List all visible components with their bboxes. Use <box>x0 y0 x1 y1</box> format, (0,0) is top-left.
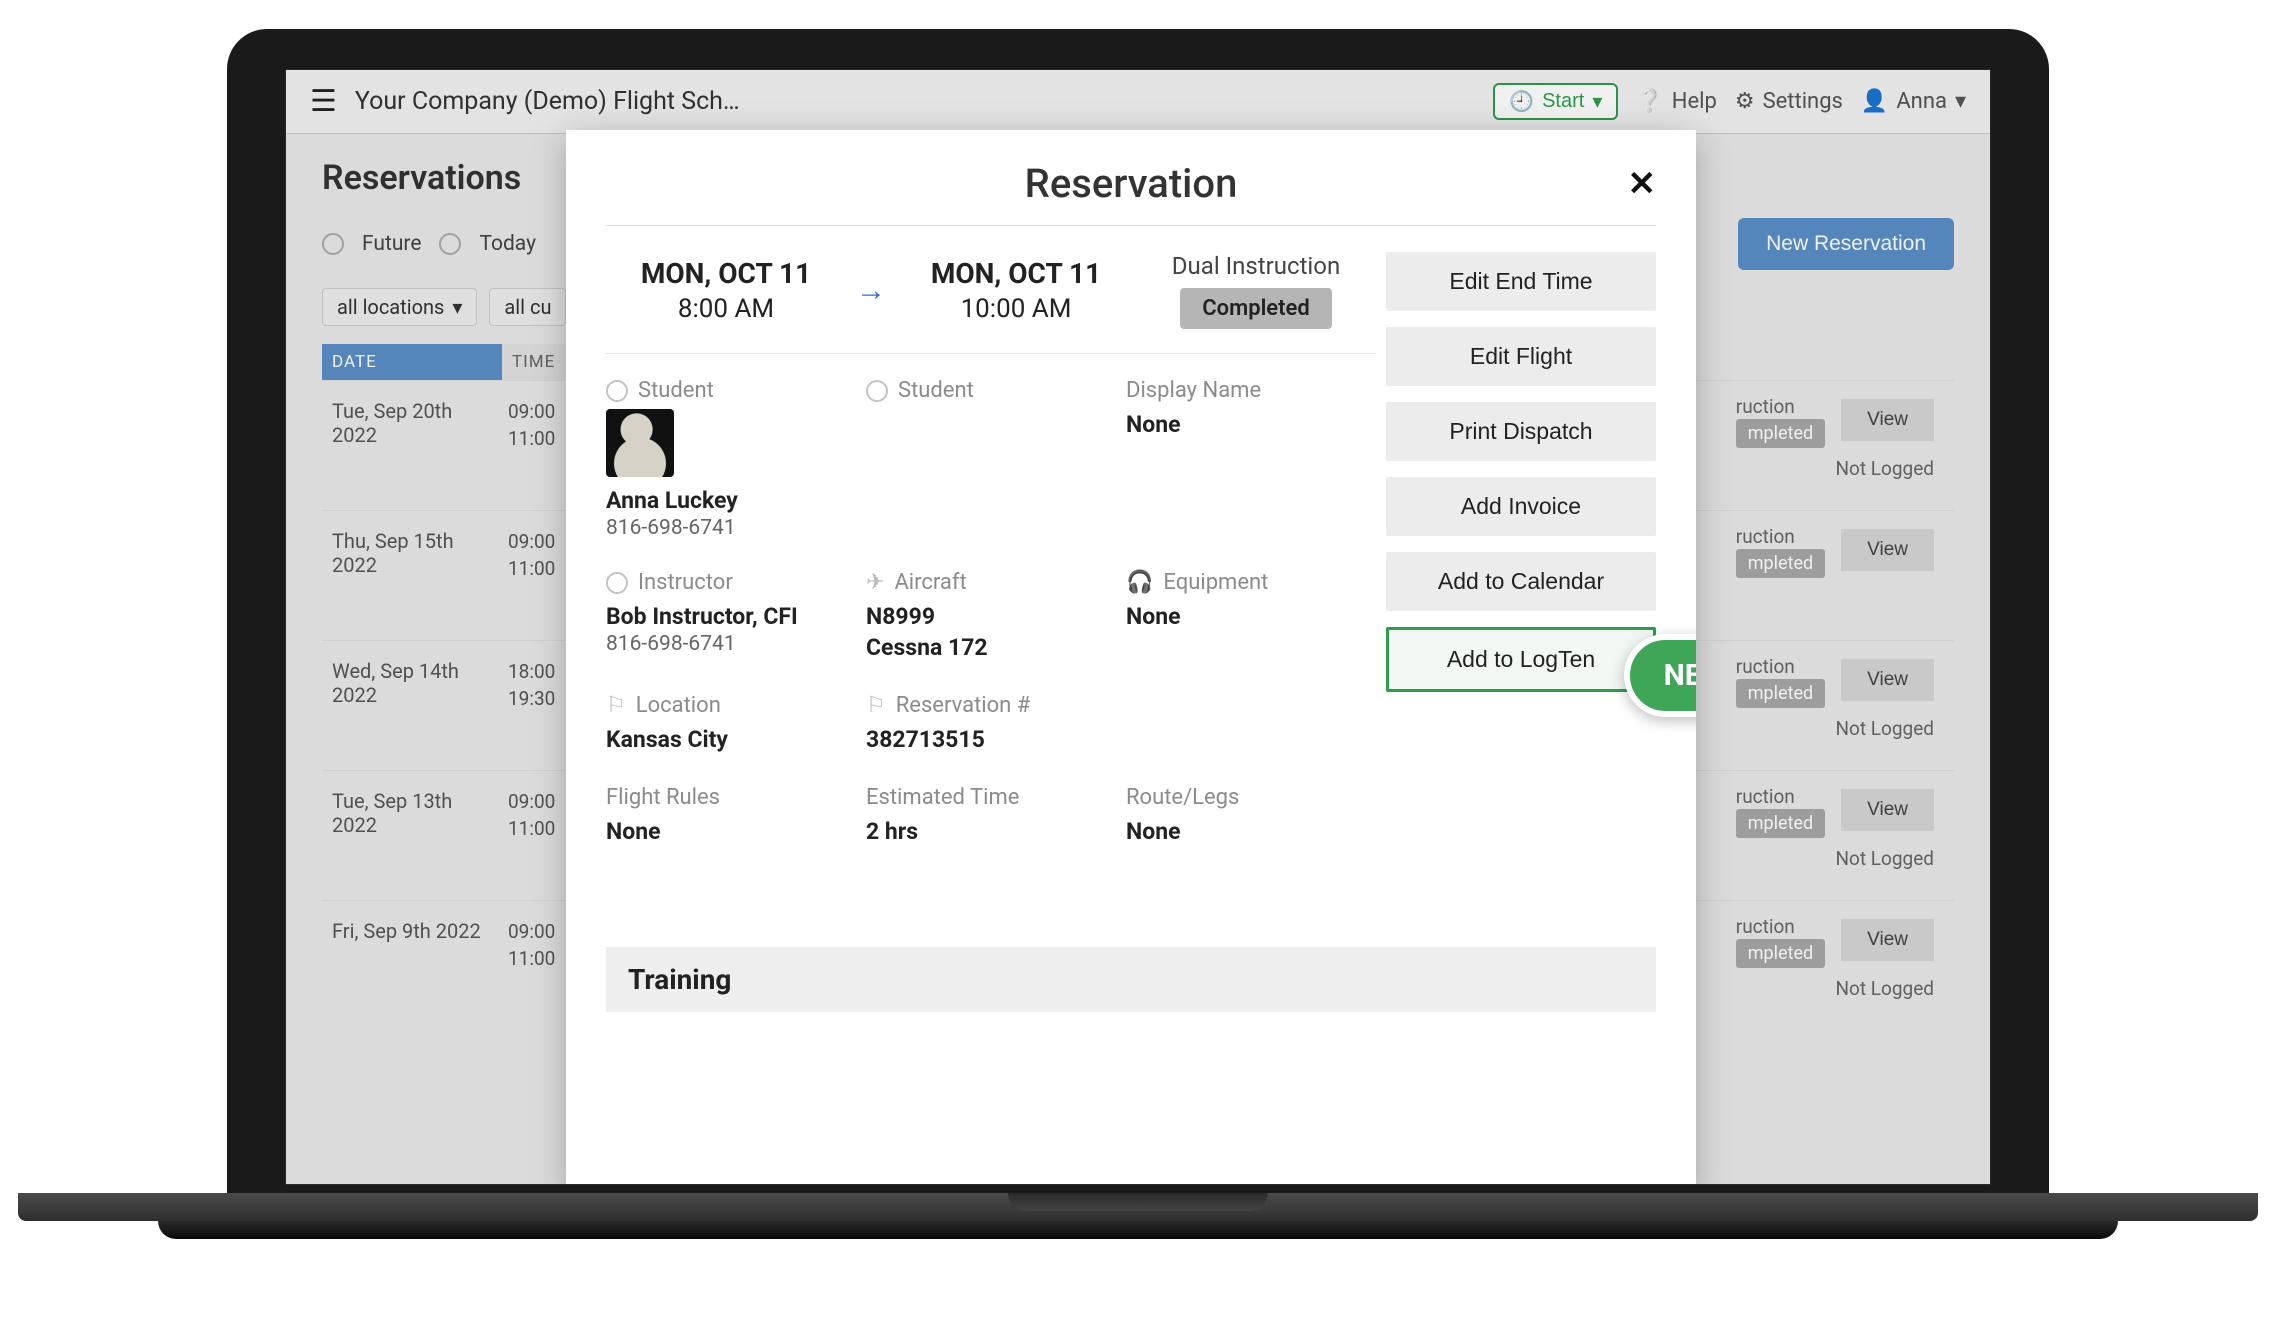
add-invoice-button[interactable]: Add Invoice <box>1386 477 1656 536</box>
avatar <box>606 409 674 477</box>
field-equipment: 🎧Equipment None <box>1126 570 1376 663</box>
status-badge: mpleted <box>1736 419 1825 448</box>
status-badge: Completed <box>1180 288 1332 329</box>
view-button[interactable]: View <box>1841 529 1934 571</box>
headset-icon: 🎧 <box>1126 570 1153 595</box>
start-time: 8:00 AM <box>606 294 846 324</box>
hamburger-icon[interactable]: ☰ <box>310 84 337 119</box>
clock-icon: 🕘 <box>1509 89 1534 114</box>
field-student-1: Student Anna Luckey 816-698-6741 <box>606 378 856 540</box>
field-location: ⚐Location Kansas City <box>606 693 856 755</box>
view-button[interactable]: View <box>1841 399 1934 441</box>
filter-customers[interactable]: all cu <box>489 288 566 326</box>
radio-future[interactable] <box>322 233 344 255</box>
field-display-name: Display Name None <box>1126 378 1376 540</box>
person-icon <box>866 380 888 402</box>
filter-future-label: Future <box>362 232 421 256</box>
radio-today[interactable] <box>439 233 461 255</box>
caret-down-icon: ▾ <box>1592 89 1602 114</box>
view-button[interactable]: View <box>1841 789 1934 831</box>
status-badge: mpleted <box>1736 679 1825 708</box>
new-badge: NEW! <box>1624 634 1696 717</box>
print-dispatch-button[interactable]: Print Dispatch <box>1386 402 1656 461</box>
col-date[interactable]: DATE <box>322 344 502 380</box>
reservation-type: Dual Instruction <box>1136 252 1376 280</box>
help-link[interactable]: ❔ Help <box>1636 89 1716 114</box>
status-badge: mpleted <box>1736 809 1825 838</box>
status-badge: mpleted <box>1736 549 1825 578</box>
field-reservation-number: ⚐Reservation # 382713515 <box>866 693 1116 755</box>
field-route-legs: Route/Legs None <box>1126 785 1376 847</box>
person-icon: 👤 <box>1861 89 1888 114</box>
field-student-2: Student <box>866 378 1116 540</box>
view-button[interactable]: View <box>1841 919 1934 961</box>
end-date: MON, OCT 11 <box>896 257 1136 290</box>
view-button[interactable]: View <box>1841 659 1934 701</box>
gear-icon: ⚙ <box>1735 89 1755 114</box>
edit-flight-button[interactable]: Edit Flight <box>1386 327 1656 386</box>
start-button[interactable]: 🕘 Start ▾ <box>1493 83 1618 120</box>
close-icon[interactable]: ✕ <box>1628 164 1657 204</box>
user-menu[interactable]: 👤 Anna ▾ <box>1861 89 1966 114</box>
status-badge: mpleted <box>1736 939 1825 968</box>
end-time: 10:00 AM <box>896 294 1136 324</box>
filter-today-label: Today <box>479 232 536 256</box>
field-aircraft: ✈Aircraft N8999 Cessna 172 <box>866 570 1116 663</box>
flag-icon: ⚐ <box>866 693 886 718</box>
start-date: MON, OCT 11 <box>606 257 846 290</box>
help-icon: ❔ <box>1636 89 1663 114</box>
caret-down-icon: ▾ <box>1955 89 1966 114</box>
add-logten-button[interactable]: Add to LogTen <box>1386 627 1656 692</box>
person-icon <box>606 380 628 402</box>
settings-link[interactable]: ⚙ Settings <box>1735 89 1843 114</box>
filter-locations[interactable]: all locations ▾ <box>322 288 477 326</box>
person-icon <box>606 572 628 594</box>
training-header: Training <box>606 947 1656 1012</box>
field-instructor: Instructor Bob Instructor, CFI 816-698-6… <box>606 570 856 663</box>
arrow-right-icon: → <box>846 273 896 308</box>
training-section: Training <box>606 947 1656 1012</box>
modal-title: Reservation <box>596 160 1666 207</box>
flag-icon: ⚐ <box>606 693 626 718</box>
app-bar: ☰ Your Company (Demo) Flight Sch… 🕘 Star… <box>286 70 1990 134</box>
field-estimated-time: Estimated Time 2 hrs <box>866 785 1116 847</box>
new-reservation-button[interactable]: New Reservation <box>1738 218 1954 270</box>
plane-icon: ✈ <box>866 570 884 595</box>
field-flight-rules: Flight Rules None <box>606 785 856 847</box>
start-label: Start <box>1542 90 1584 113</box>
app-title: Your Company (Demo) Flight Sch… <box>355 87 740 116</box>
actions-column: Edit End Time Edit Flight Print Dispatch… <box>1386 252 1656 692</box>
reservation-modal: Reservation ✕ MON, OCT 11 8:00 AM → <box>566 130 1696 1185</box>
caret-down-icon: ▾ <box>452 295 462 319</box>
edit-end-time-button[interactable]: Edit End Time <box>1386 252 1656 311</box>
add-calendar-button[interactable]: Add to Calendar <box>1386 552 1656 611</box>
